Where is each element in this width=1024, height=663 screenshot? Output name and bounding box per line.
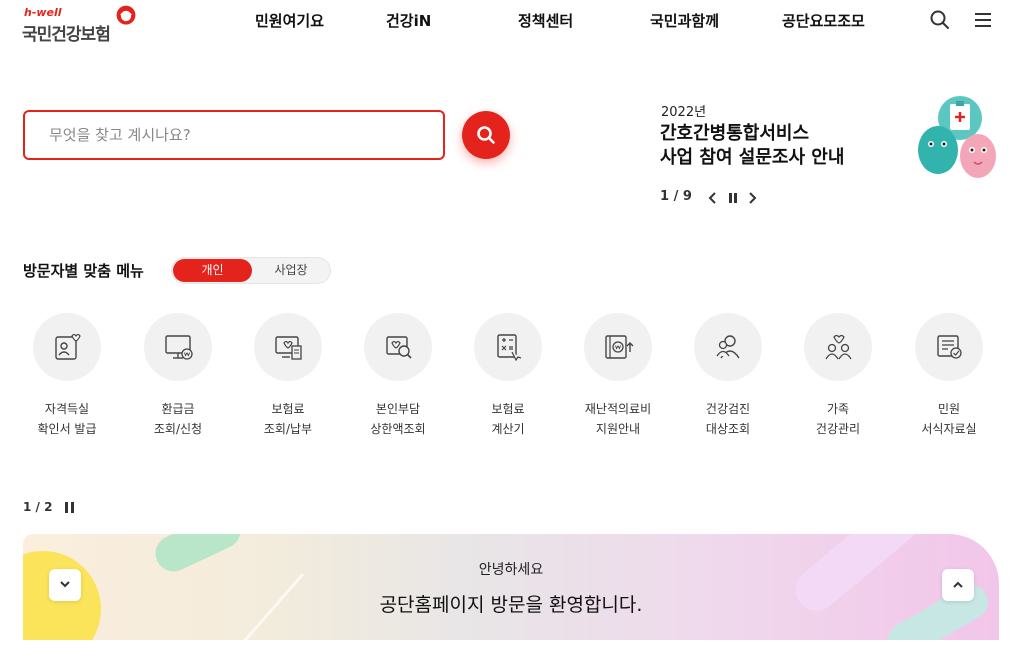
- menu-icon-circle: [144, 313, 212, 381]
- menu-icon-circle: [915, 313, 983, 381]
- menu-item-label: 본인부담: [375, 402, 421, 416]
- premium-bill-icon: [275, 336, 302, 360]
- menu-item-label: 민원: [937, 402, 961, 416]
- menu-icon-circle: [584, 313, 652, 381]
- search-icon: [477, 126, 495, 144]
- refund-monitor-icon: [165, 335, 193, 360]
- banner-decoration: [23, 534, 988, 640]
- nav-item-health-in[interactable]: 건강iN: [386, 10, 431, 31]
- toggle-business[interactable]: 사업장: [252, 259, 330, 282]
- medical-support-icon: [605, 335, 634, 359]
- welcome-banner: 안녕하세요 공단홈페이지 방문을 환영합니다.: [23, 534, 999, 640]
- menu-item-label: 건강검진: [705, 402, 751, 416]
- menu-item-refund[interactable]: 환급금 조회/신청: [133, 313, 223, 443]
- search-input[interactable]: [25, 112, 443, 158]
- promo-title-line1: 간호간병통합서비스: [660, 123, 810, 144]
- menu-item-checkup[interactable]: 건강검진 대상조회: [683, 313, 773, 443]
- menu-pager: 1 / 2: [23, 500, 53, 514]
- menu-item-premium[interactable]: 보험료 조회/납부: [243, 313, 333, 443]
- main-navigation: 민원여기요 건강iN 정책센터 국민과함께 공단요모조모: [0, 10, 1024, 34]
- menu-item-calculator[interactable]: 보험료 계산기: [463, 313, 553, 443]
- nav-item-about[interactable]: 공단요모조모: [782, 10, 865, 31]
- search-button[interactable]: [462, 111, 510, 159]
- mascot-illustration: [918, 96, 996, 178]
- menu-item-label: 서식자료실: [921, 422, 977, 436]
- chevron-right-icon[interactable]: [747, 192, 757, 204]
- family-health-icon: [825, 334, 852, 360]
- chevron-down-icon: [60, 581, 70, 588]
- menu-item-label: 보험료: [491, 402, 525, 416]
- menu-icon-circle: [474, 313, 542, 381]
- chevron-up-icon: [953, 581, 963, 588]
- id-card-icon: [55, 333, 81, 360]
- menu-icon-circle: [694, 313, 762, 381]
- banner-greeting: 안녕하세요: [478, 562, 544, 578]
- menu-icon-circle: [254, 313, 322, 381]
- menu-item-label: 보험료: [271, 402, 305, 416]
- nav-item-civil[interactable]: 민원여기요: [255, 10, 324, 31]
- menu-item-medical-support[interactable]: 재난적의료비 지원안내: [573, 313, 663, 443]
- page: h-well 국민건강보험 민원여기요 건강iN 정책센터 국민과함께 공단요모…: [0, 0, 1024, 663]
- menu-item-label: 대상조회: [705, 422, 751, 436]
- menu-item-forms[interactable]: 민원 서식자료실: [904, 313, 994, 443]
- nav-item-policy[interactable]: 정책센터: [518, 10, 573, 31]
- menu-item-label: 자격득실: [44, 402, 90, 416]
- menu-icon-circle: [364, 313, 432, 381]
- menu-item-copay[interactable]: 본인부담 상한액조회: [353, 313, 443, 443]
- pause-icon[interactable]: [728, 192, 738, 204]
- header: h-well 국민건강보험 민원여기요 건강iN 정책센터 국민과함께 공단요모…: [0, 0, 1024, 45]
- menu-item-label: 환급금: [161, 402, 195, 416]
- visitor-type-toggle: 개인 사업장: [171, 257, 331, 284]
- hamburger-menu-icon[interactable]: [972, 9, 994, 31]
- promo-title[interactable]: 간호간병통합서비스 사업 참여 설문조사 안내: [660, 122, 900, 170]
- menu-icon-circle: [804, 313, 872, 381]
- search-icon[interactable]: [929, 9, 951, 31]
- search-box: [23, 110, 445, 160]
- checkup-people-icon: [716, 335, 740, 359]
- visitor-menu-title: 방문자별 맞춤 메뉴: [23, 262, 144, 280]
- promo-title-line2: 사업 참여 설문조사 안내: [660, 147, 845, 168]
- calculator-icon: [497, 334, 522, 362]
- copay-search-icon: [386, 336, 412, 359]
- menu-item-label: 조회/신청: [153, 422, 203, 436]
- pause-icon[interactable]: [65, 502, 75, 513]
- menu-item-label: 가족: [826, 402, 850, 416]
- chevron-left-icon[interactable]: [708, 192, 718, 204]
- menu-item-label: 상한액조회: [370, 422, 426, 436]
- menu-item-label: 계산기: [491, 422, 525, 436]
- menu-item-label: 건강관리: [815, 422, 861, 436]
- banner-collapse-button[interactable]: [942, 569, 974, 601]
- promo-year: 2022년: [661, 105, 707, 120]
- menu-item-qualification[interactable]: 자격득실 확인서 발급: [22, 313, 112, 443]
- promo-counter: 1 / 9: [660, 189, 692, 204]
- toggle-individual[interactable]: 개인: [173, 259, 252, 282]
- banner-welcome-text: 공단홈페이지 방문을 환영합니다.: [379, 594, 643, 616]
- menu-item-label: 조회/납부: [263, 422, 313, 436]
- menu-item-label: 확인서 발급: [37, 422, 97, 436]
- menu-item-family-health[interactable]: 가족 건강관리: [793, 313, 883, 443]
- menu-icon-circle: [33, 313, 101, 381]
- banner-expand-button[interactable]: [49, 569, 81, 601]
- menu-item-label: 재난적의료비: [584, 402, 652, 416]
- nav-item-together[interactable]: 국민과함께: [650, 10, 719, 31]
- forms-library-icon: [937, 335, 962, 359]
- menu-item-label: 지원안내: [595, 422, 641, 436]
